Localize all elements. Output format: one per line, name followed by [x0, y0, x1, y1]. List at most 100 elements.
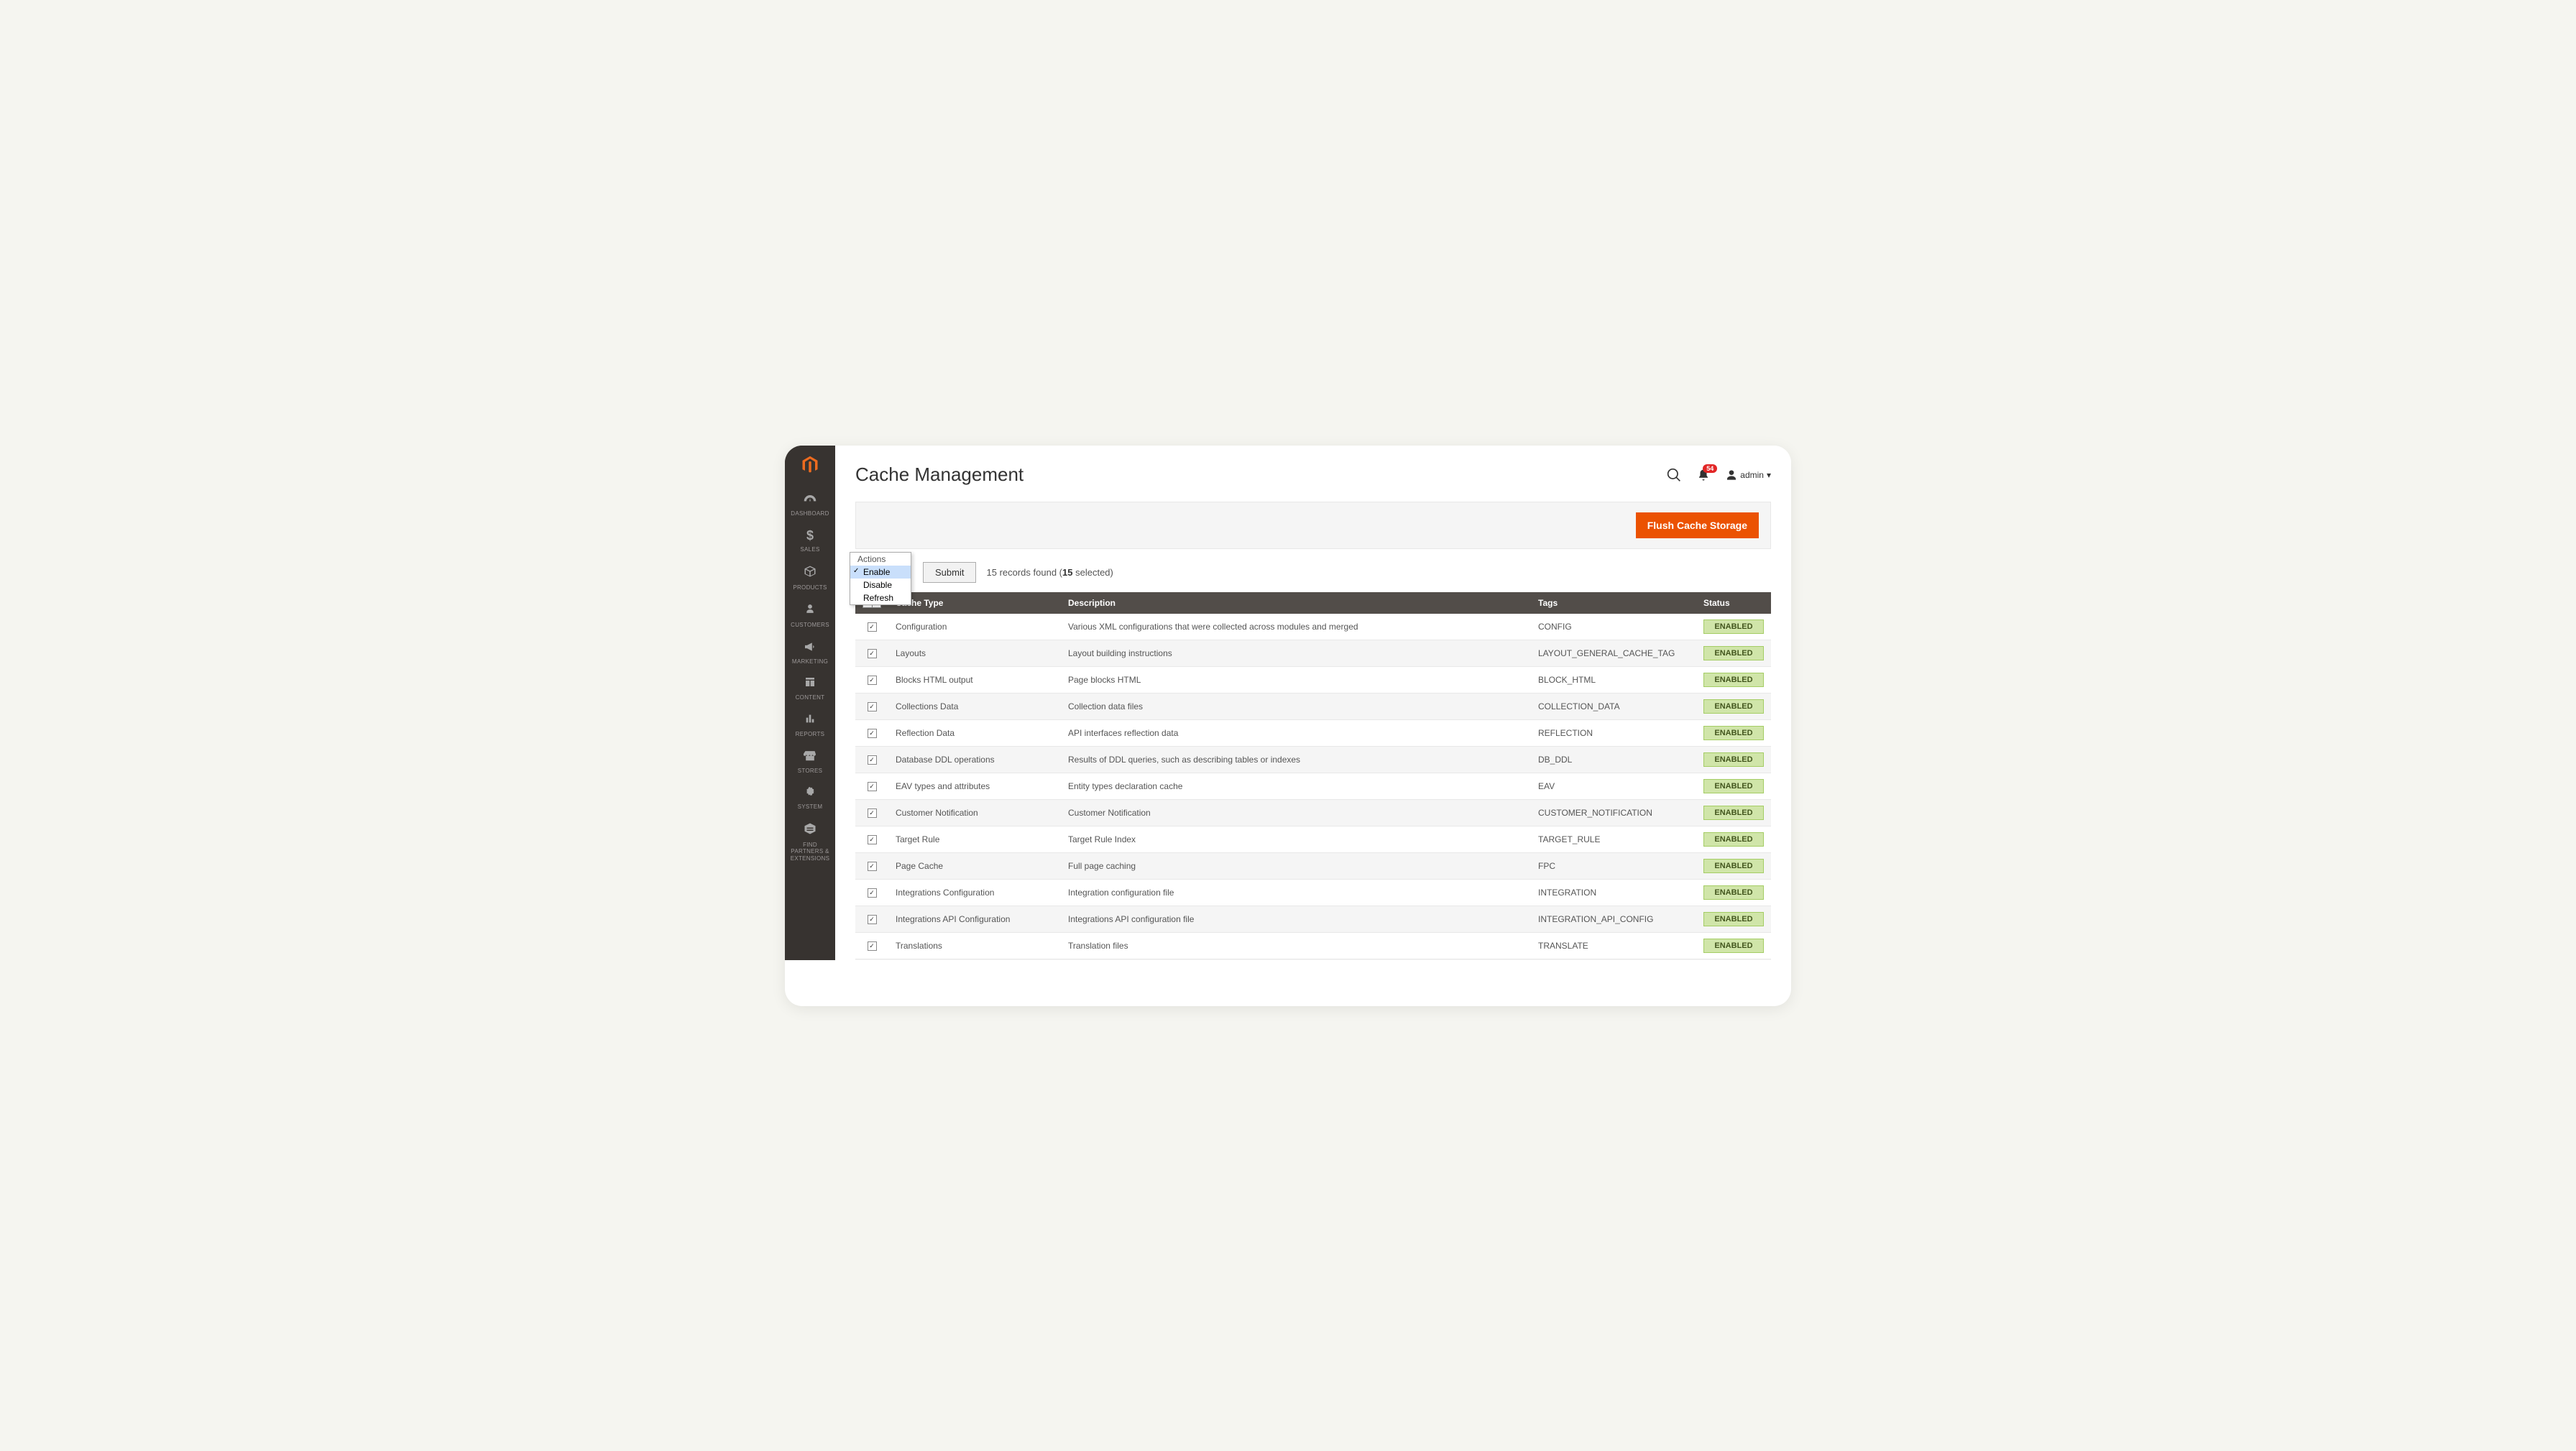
th-tags[interactable]: Tags [1531, 592, 1696, 614]
sidebar-item-stores[interactable]: STORES [785, 742, 835, 779]
cell-cache-type: Web Services Configuration [888, 959, 1061, 960]
sidebar-item-dashboard[interactable]: DASHBOARD [785, 485, 835, 522]
table-row[interactable]: ✓Integrations API ConfigurationIntegrati… [855, 906, 1771, 932]
app-frame: DASHBOARD $ SALES PRODUCTS CUSTOMERS MARKETIN… [785, 446, 1791, 1006]
cell-description: Collection data files [1061, 693, 1531, 719]
cell-cache-type: Target Rule [888, 826, 1061, 852]
actions-option-refresh[interactable]: Refresh [850, 591, 911, 604]
logo[interactable] [785, 446, 835, 485]
table-row[interactable]: ✓TranslationsTranslation filesTRANSLATEE… [855, 932, 1771, 959]
sidebar-item-label: MARKETING [792, 658, 828, 665]
sidebar-item-reports[interactable]: REPORTS [785, 706, 835, 742]
table-row[interactable]: ✓EAV types and attributesEntity types de… [855, 773, 1771, 799]
cell-tags: COLLECTION_DATA [1531, 693, 1696, 719]
cell-cache-type: EAV types and attributes [888, 773, 1061, 799]
status-badge: ENABLED [1703, 859, 1764, 873]
status-badge: ENABLED [1703, 699, 1764, 714]
actions-dropdown-open[interactable]: ActionsEnableDisableRefresh [850, 552, 911, 605]
sidebar-item-marketing[interactable]: MARKETING [785, 633, 835, 670]
row-checkbox[interactable]: ✓ [868, 622, 877, 632]
main-content: Cache Management 54 admin ▾ Flush Cache … [835, 446, 1791, 960]
status-badge: ENABLED [1703, 832, 1764, 847]
flush-cache-storage-button[interactable]: Flush Cache Storage [1636, 512, 1759, 538]
cell-description: Customer Notification [1061, 799, 1531, 826]
dollar-icon: $ [806, 528, 814, 543]
row-checkbox[interactable]: ✓ [868, 676, 877, 685]
table-row[interactable]: ✓Reflection DataAPI interfaces reflectio… [855, 719, 1771, 746]
status-badge: ENABLED [1703, 939, 1764, 953]
cell-description: Target Rule Index [1061, 826, 1531, 852]
row-checkbox[interactable]: ✓ [868, 809, 877, 818]
box-icon [804, 565, 816, 581]
th-description[interactable]: Description [1061, 592, 1531, 614]
table-row[interactable]: ✓Blocks HTML outputPage blocks HTMLBLOCK… [855, 666, 1771, 693]
sidebar-item-content[interactable]: CONTENT [785, 669, 835, 706]
cell-cache-type: Reflection Data [888, 719, 1061, 746]
row-checkbox[interactable]: ✓ [868, 782, 877, 791]
search-button[interactable] [1667, 468, 1681, 482]
cell-description: Translation files [1061, 932, 1531, 959]
sidebar-item-label: STORES [798, 768, 823, 775]
table-row[interactable]: ✓ConfigurationVarious XML configurations… [855, 614, 1771, 640]
table-row[interactable]: ✓Target RuleTarget Rule IndexTARGET_RULE… [855, 826, 1771, 852]
actions-option-enable[interactable]: Enable [850, 566, 911, 579]
dashboard-icon [803, 492, 817, 507]
table-row[interactable]: ✓Integrations ConfigurationIntegration c… [855, 879, 1771, 906]
row-checkbox[interactable]: ✓ [868, 941, 877, 951]
cell-cache-type: Blocks HTML output [888, 666, 1061, 693]
sidebar-item-customers[interactable]: CUSTOMERS [785, 595, 835, 633]
table-row[interactable]: ✓Database DDL operationsResults of DDL q… [855, 746, 1771, 773]
row-checkbox[interactable]: ✓ [868, 888, 877, 898]
row-checkbox[interactable]: ✓ [868, 915, 877, 924]
person-icon [805, 602, 815, 619]
partners-icon [804, 822, 816, 839]
status-badge: ENABLED [1703, 752, 1764, 767]
row-checkbox[interactable]: ✓ [868, 649, 877, 658]
cell-tags: CONFIG [1531, 614, 1696, 640]
sidebar: DASHBOARD $ SALES PRODUCTS CUSTOMERS MARKETIN… [785, 446, 835, 960]
cell-cache-type: Layouts [888, 640, 1061, 666]
th-cache-type[interactable]: Cache Type [888, 592, 1061, 614]
cell-tags: BLOCK_HTML [1531, 666, 1696, 693]
sidebar-item-products[interactable]: PRODUCTS [785, 558, 835, 596]
actions-option-disable[interactable]: Disable [850, 579, 911, 591]
row-checkbox[interactable]: ✓ [868, 729, 877, 738]
cell-description: Results of DDL queries, such as describi… [1061, 746, 1531, 773]
cell-cache-type: Integrations Configuration [888, 879, 1061, 906]
gear-icon [804, 786, 816, 801]
cell-tags: DB_DDL [1531, 746, 1696, 773]
sidebar-item-label: CONTENT [796, 694, 825, 701]
cell-description: Layout building instructions [1061, 640, 1531, 666]
status-badge: ENABLED [1703, 779, 1764, 793]
table-row[interactable]: ✓Customer NotificationCustomer Notificat… [855, 799, 1771, 826]
user-icon [1726, 469, 1737, 481]
row-checkbox[interactable]: ✓ [868, 862, 877, 871]
sidebar-item-label: CUSTOMERS [791, 622, 829, 629]
cell-description: Various XML configurations that were col… [1061, 614, 1531, 640]
table-row[interactable]: ✓Page CacheFull page cachingFPCENABLED [855, 852, 1771, 879]
notifications-button[interactable]: 54 [1697, 469, 1710, 482]
notification-badge: 54 [1703, 464, 1717, 473]
row-checkbox[interactable]: ✓ [868, 835, 877, 844]
row-checkbox[interactable]: ✓ [868, 702, 877, 711]
sidebar-item-find-partners-extensions[interactable]: FIND PARTNERS & EXTENSIONS [785, 815, 835, 867]
sidebar-item-system[interactable]: SYSTEM [785, 778, 835, 815]
th-status[interactable]: Status [1696, 592, 1771, 614]
sidebar-item-label: REPORTS [796, 731, 825, 738]
cell-tags: EAV [1531, 773, 1696, 799]
cell-description: REST and SOAP configurations, generated … [1061, 959, 1531, 960]
row-checkbox[interactable]: ✓ [868, 755, 877, 765]
user-menu[interactable]: admin ▾ [1726, 469, 1771, 481]
table-row[interactable]: ✓LayoutsLayout building instructionsLAYO… [855, 640, 1771, 666]
chevron-down-icon: ▾ [1767, 470, 1771, 480]
cell-cache-type: Page Cache [888, 852, 1061, 879]
megaphone-icon [804, 640, 816, 655]
sidebar-item-label: SYSTEM [798, 803, 823, 811]
cell-tags: WEBSERVICE [1531, 959, 1696, 960]
sidebar-item-sales[interactable]: $ SALES [785, 521, 835, 558]
cache-table: ✓ ▼ Cache Type Description Tags Status ✓… [855, 592, 1771, 960]
submit-button[interactable]: Submit [923, 562, 976, 583]
table-row[interactable]: ✓Collections DataCollection data filesCO… [855, 693, 1771, 719]
table-row[interactable]: ✓Web Services ConfigurationREST and SOAP… [855, 959, 1771, 960]
sidebar-item-label: SALES [800, 546, 819, 553]
